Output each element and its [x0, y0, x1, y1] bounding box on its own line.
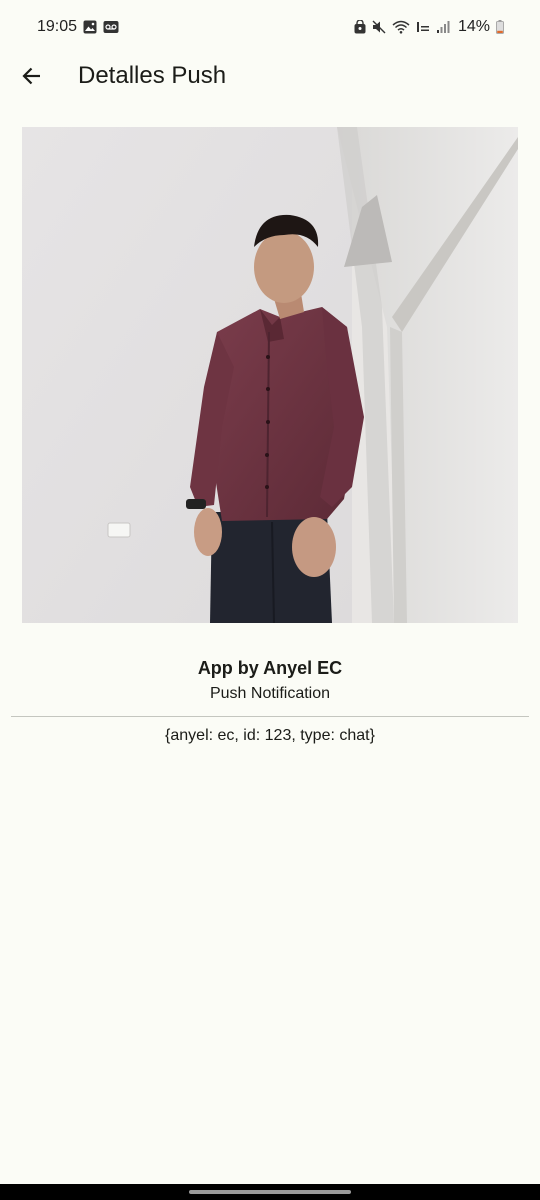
- app-bar: Detalles Push: [0, 54, 540, 100]
- notification-image: [22, 127, 518, 623]
- navigation-bar: [0, 1184, 540, 1200]
- home-gesture-handle[interactable]: [189, 1190, 351, 1194]
- push-details-screen: 19:05 14% Detalles Push App by Anyel EC …: [0, 0, 540, 1200]
- page-title: Detalles Push: [78, 62, 227, 89]
- battery-icon: [496, 20, 504, 34]
- back-button[interactable]: [14, 58, 50, 94]
- status-left: 19:05: [37, 18, 119, 36]
- notification-body: Push Notification: [209, 685, 331, 702]
- battery-level: 14%: [457, 18, 490, 35]
- voicemail-icon: [103, 20, 119, 34]
- status-bar: 19:05 14%: [0, 0, 540, 54]
- mute-icon: [372, 20, 386, 34]
- image-icon: [83, 20, 97, 34]
- volte-icon: [416, 20, 430, 34]
- divider: [11, 716, 529, 717]
- signal-icon: [436, 20, 450, 34]
- wifi-icon: [392, 20, 410, 34]
- arrow-back-icon: [22, 67, 40, 85]
- status-time: 19:05: [37, 18, 78, 35]
- lock-icon: [354, 20, 366, 34]
- status-right: 14%: [354, 18, 504, 36]
- notification-title: App by Anyel EC: [197, 658, 343, 678]
- notification-data: {anyel: ec, id: 123, type: chat}: [165, 727, 375, 744]
